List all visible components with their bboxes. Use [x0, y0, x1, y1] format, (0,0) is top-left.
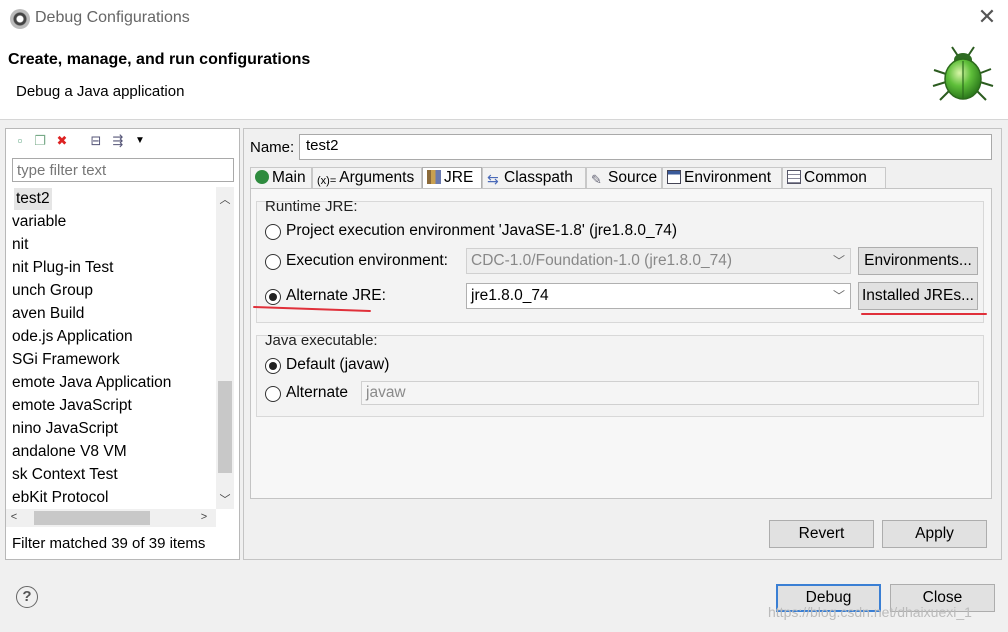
collapse-all-icon[interactable]: ⊟ [88, 133, 104, 149]
tab-environment[interactable]: Environment [662, 167, 782, 189]
scroll-up-icon[interactable]: ︿ [216, 191, 234, 207]
installed-jres-button[interactable]: Installed JREs... [858, 282, 978, 310]
tree-item[interactable]: nit [12, 234, 28, 256]
tab-arguments[interactable]: (x)= Arguments [312, 167, 422, 189]
tab-source-label: Source [608, 169, 658, 186]
tab-source[interactable]: ✎ Source [586, 167, 662, 189]
alternate-executable-label: Alternate [286, 384, 349, 401]
horizontal-scroll-thumb[interactable] [34, 511, 150, 525]
execution-environment-value: CDC-1.0/Foundation-1.0 (jre1.8.0_74) [471, 252, 733, 269]
default-javaw-label: Default (javaw) [286, 356, 390, 373]
title-bar: Debug Configurations ✕ [0, 0, 1008, 38]
apply-button[interactable]: Apply [882, 520, 987, 548]
jre-library-icon [427, 170, 441, 184]
name-field[interactable]: test2 [299, 134, 992, 160]
revert-button[interactable]: Revert [769, 520, 874, 548]
left-toolbar: ▫ ❐ ✖ ⊟ ⇶ ▼ [6, 129, 239, 153]
configuration-list-pane: ▫ ❐ ✖ ⊟ ⇶ ▼ test2 variable nit nit Plug-… [5, 128, 240, 560]
horizontal-scrollbar[interactable]: < > [6, 509, 216, 527]
tree-item[interactable]: ode.js Application [12, 326, 133, 348]
tree-item[interactable]: nino JavaScript [12, 418, 118, 440]
java-executable-label: Java executable: [265, 332, 378, 349]
execution-environment-select[interactable]: CDC-1.0/Foundation-1.0 (jre1.8.0_74) ﹀ [466, 248, 851, 274]
header-title: Create, manage, and run configurations [8, 51, 311, 68]
header-subtitle: Debug a Java application [16, 83, 185, 100]
debug-bug-icon [932, 46, 994, 101]
execution-environment-label: Execution environment: [286, 252, 448, 269]
tab-jre-label: JRE [444, 169, 474, 186]
duplicate-icon[interactable]: ❐ [32, 133, 48, 149]
classpath-tab-icon: ⇆ [487, 171, 499, 187]
tree-item[interactable]: unch Group [12, 280, 93, 302]
source-tab-icon: ✎ [591, 172, 602, 187]
configuration-editor-pane: Name: test2 Main (x)= Arguments JRE ⇆ Clas… [243, 128, 1002, 560]
tab-main[interactable]: Main [250, 167, 312, 189]
tab-arguments-label: Arguments [339, 169, 415, 186]
tab-common[interactable]: Common [782, 167, 886, 189]
tab-classpath-label: Classpath [504, 169, 573, 186]
jre-tab-panel: Runtime JRE: Project execution environme… [250, 188, 992, 499]
scroll-left-icon[interactable]: < [6, 511, 22, 523]
alternate-jre-radio[interactable] [265, 289, 281, 305]
tree-item[interactable]: ebKit Protocol [12, 487, 109, 509]
arguments-tab-icon: (x)= [317, 175, 337, 187]
filter-status-text: Filter matched 39 of 39 items [12, 535, 206, 552]
alternate-executable-radio[interactable] [265, 386, 281, 402]
filter-input[interactable] [12, 158, 234, 182]
alternate-executable-field[interactable]: javaw [361, 381, 979, 405]
tree-item[interactable]: SGi Framework [12, 349, 120, 371]
runtime-jre-group: Runtime JRE: Project execution environme… [253, 198, 987, 323]
alternate-jre-select[interactable]: jre1.8.0_74 ﹀ [466, 283, 851, 309]
window-title: Debug Configurations [35, 9, 190, 26]
alternate-jre-value: jre1.8.0_74 [471, 287, 549, 304]
environment-tab-icon [667, 170, 681, 184]
configuration-tree: test2 variable nit nit Plug-in Test unch… [6, 187, 216, 509]
default-javaw-radio[interactable] [265, 358, 281, 374]
tab-main-label: Main [272, 169, 306, 186]
new-configuration-icon[interactable]: ▫ [12, 133, 28, 149]
eclipse-app-icon [10, 9, 30, 29]
environments-button[interactable]: Environments... [858, 247, 978, 275]
vertical-scrollbar[interactable]: ︿ ﹀ [216, 187, 234, 509]
tree-item[interactable]: variable [12, 211, 66, 233]
tree-item[interactable]: aven Build [12, 303, 84, 325]
tree-item-test2[interactable]: test2 [14, 188, 52, 210]
chevron-down-icon: ﹀ [832, 254, 845, 268]
tree-item[interactable]: sk Context Test [12, 464, 118, 486]
tree-item[interactable]: emote Java Application [12, 372, 171, 394]
tab-bar: Main (x)= Arguments JRE ⇆ Classpath ✎ Sourc… [250, 167, 886, 189]
view-menu-chevron-icon[interactable]: ▼ [132, 133, 148, 149]
tree-item[interactable]: andalone V8 VM [12, 441, 127, 463]
main-tab-icon [255, 170, 269, 184]
execution-environment-radio[interactable] [265, 254, 281, 270]
close-window-icon[interactable]: ✕ [976, 6, 998, 28]
tab-classpath[interactable]: ⇆ Classpath [482, 167, 586, 189]
tree-item[interactable]: emote JavaScript [12, 395, 132, 417]
red-annotation-underline [861, 313, 987, 315]
java-executable-group: Java executable: Default (javaw) Alterna… [256, 332, 984, 417]
scroll-right-icon[interactable]: > [196, 511, 212, 523]
tab-environment-label: Environment [684, 169, 772, 186]
runtime-jre-label: Runtime JRE: [265, 198, 358, 215]
name-label: Name: [250, 139, 295, 156]
watermark-text: https://blog.csdn.net/dhaixuexi_1 [768, 604, 972, 620]
project-exec-env-radio[interactable] [265, 224, 281, 240]
tree-item[interactable]: nit Plug-in Test [12, 257, 113, 279]
help-icon[interactable]: ? [16, 586, 38, 608]
tab-common-label: Common [804, 169, 867, 186]
tab-jre[interactable]: JRE [422, 167, 482, 189]
project-exec-env-label: Project execution environment 'JavaSE-1.… [286, 222, 678, 239]
common-tab-icon [787, 170, 801, 184]
dialog-header: Create, manage, and run configurations D… [0, 38, 1008, 120]
filter-icon[interactable]: ⇶ [110, 133, 126, 149]
vertical-scroll-thumb[interactable] [218, 381, 232, 473]
chevron-down-icon: ﹀ [832, 289, 845, 303]
delete-icon[interactable]: ✖ [54, 133, 70, 149]
alternate-jre-label: Alternate JRE: [286, 287, 386, 304]
red-annotation-underline [253, 305, 371, 313]
scroll-down-icon[interactable]: ﹀ [216, 491, 234, 507]
